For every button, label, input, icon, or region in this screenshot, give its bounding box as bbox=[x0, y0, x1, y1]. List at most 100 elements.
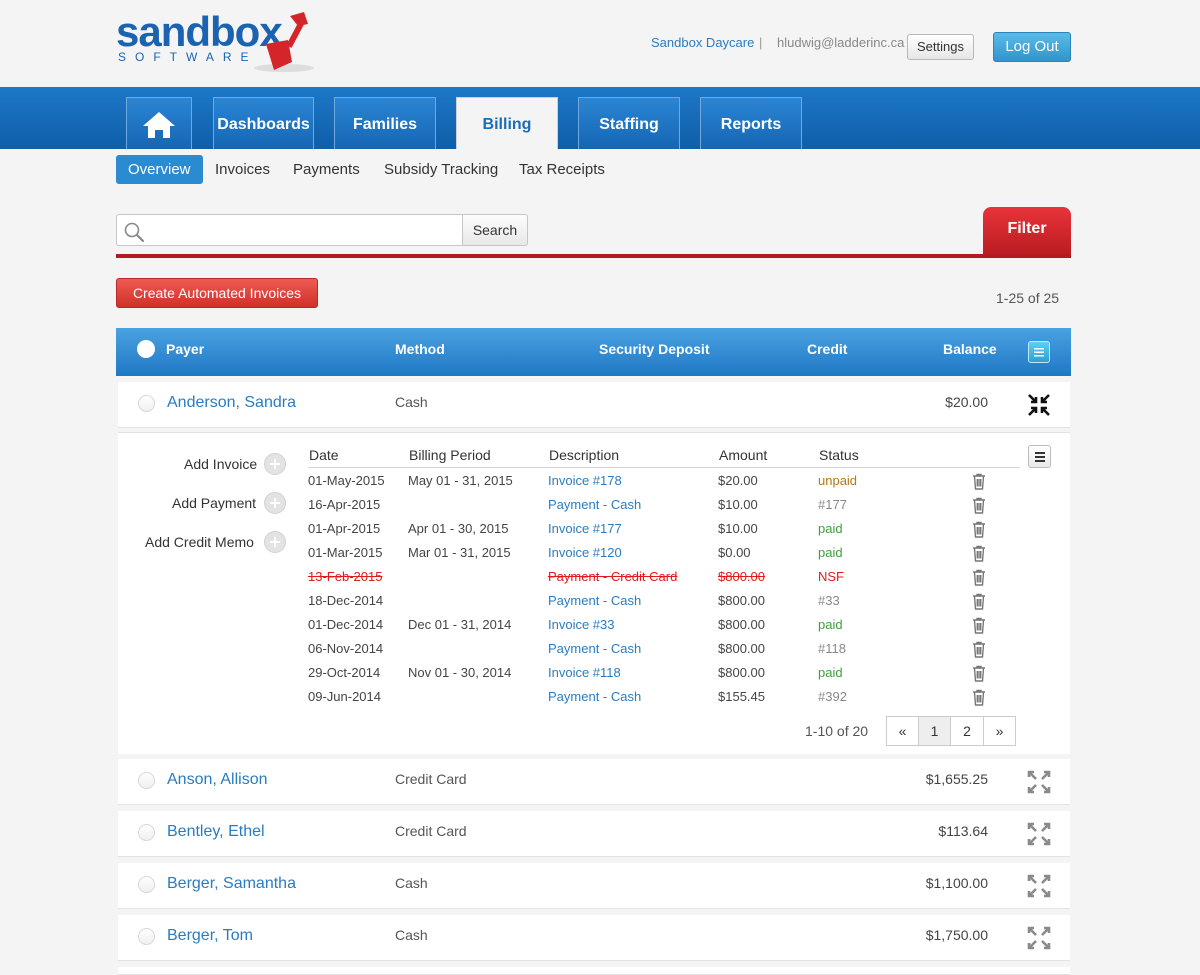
filter-divider bbox=[116, 254, 1071, 258]
subnav-payments[interactable]: Payments bbox=[293, 155, 360, 184]
entry-date: 01-May-2015 bbox=[308, 473, 385, 488]
subnav-tax-receipts[interactable]: Tax Receipts bbox=[519, 155, 605, 184]
main-nav: Dashboards Families Billing Staffing Rep… bbox=[0, 87, 1200, 149]
entry-billing-period: Dec 01 - 31, 2014 bbox=[408, 617, 512, 632]
row-select-radio[interactable] bbox=[138, 928, 155, 945]
entry-billing-period: Mar 01 - 31, 2015 bbox=[408, 545, 511, 560]
nav-tab-reports[interactable]: Reports bbox=[700, 97, 802, 149]
entry-amount: $800.00 bbox=[718, 641, 765, 656]
entry-description[interactable]: Payment - Cash bbox=[548, 497, 641, 512]
payer-method: Credit Card bbox=[395, 823, 467, 839]
entry-status: #177 bbox=[818, 497, 847, 512]
add-invoice-label[interactable]: Add Invoice bbox=[184, 456, 257, 472]
payer-link[interactable]: Bentley, Ethel bbox=[167, 823, 265, 841]
detail-column-billing-period: Billing Period bbox=[409, 447, 491, 463]
create-automated-invoices-button[interactable]: Create Automated Invoices bbox=[116, 278, 318, 308]
expand-icon[interactable] bbox=[1027, 926, 1051, 950]
table-row[interactable]: Berger, Tom Cash $1,750.00 bbox=[118, 915, 1070, 961]
subnav-invoices[interactable]: Invoices bbox=[215, 155, 270, 184]
add-invoice-icon[interactable] bbox=[264, 453, 286, 475]
nav-home[interactable] bbox=[126, 97, 192, 149]
column-security-deposit[interactable]: Security Deposit bbox=[599, 341, 709, 357]
entry-billing-period: May 01 - 31, 2015 bbox=[408, 473, 513, 488]
expand-icon[interactable] bbox=[1027, 874, 1051, 898]
entry-description[interactable]: Invoice #120 bbox=[548, 545, 622, 560]
add-credit-memo-icon[interactable] bbox=[264, 531, 286, 553]
pager-prev[interactable]: « bbox=[886, 716, 919, 746]
pager-page-1[interactable]: 1 bbox=[918, 716, 951, 746]
entry-description[interactable]: Payment - Cash bbox=[548, 593, 641, 608]
entry-description[interactable]: Invoice #118 bbox=[548, 665, 621, 680]
nav-tab-billing[interactable]: Billing bbox=[456, 97, 558, 149]
column-balance[interactable]: Balance bbox=[943, 341, 997, 357]
trash-icon[interactable] bbox=[970, 472, 988, 491]
trash-icon[interactable] bbox=[970, 520, 988, 539]
entry-description[interactable]: Payment - Credit Card bbox=[548, 569, 677, 584]
settings-button[interactable]: Settings bbox=[907, 34, 974, 60]
entry-description[interactable]: Invoice #178 bbox=[548, 473, 622, 488]
trash-icon[interactable] bbox=[970, 688, 988, 707]
trash-icon[interactable] bbox=[970, 592, 988, 611]
add-payment-label[interactable]: Add Payment bbox=[172, 495, 256, 511]
column-menu-button[interactable] bbox=[1028, 341, 1050, 363]
payer-method: Cash bbox=[395, 927, 428, 943]
trash-icon[interactable] bbox=[970, 640, 988, 659]
subnav-overview[interactable]: Overview bbox=[116, 155, 203, 184]
entry-description[interactable]: Payment - Cash bbox=[548, 641, 641, 656]
nav-tab-families[interactable]: Families bbox=[334, 97, 436, 149]
entry-description[interactable]: Invoice #177 bbox=[548, 521, 622, 536]
expand-icon[interactable] bbox=[1027, 770, 1051, 794]
entry-status: #392 bbox=[818, 689, 847, 704]
nav-tab-dashboards[interactable]: Dashboards bbox=[213, 97, 314, 149]
search-input[interactable] bbox=[116, 214, 463, 246]
row-select-radio[interactable] bbox=[138, 876, 155, 893]
detail-column-description: Description bbox=[549, 447, 620, 463]
add-payment-icon[interactable] bbox=[264, 492, 286, 514]
row-select-radio[interactable] bbox=[138, 824, 155, 841]
payer-link[interactable]: Anderson, Sandra bbox=[167, 394, 296, 412]
row-select-radio[interactable] bbox=[138, 395, 155, 412]
add-credit-memo-label[interactable]: Add Credit Memo bbox=[145, 534, 254, 550]
table-row[interactable]: Berger, Samantha Cash $1,100.00 bbox=[118, 863, 1070, 909]
payer-link[interactable]: Berger, Samantha bbox=[167, 875, 296, 893]
detail-menu-button[interactable] bbox=[1028, 445, 1051, 468]
filter-button[interactable]: Filter bbox=[983, 207, 1071, 255]
nav-tab-staffing[interactable]: Staffing bbox=[578, 97, 680, 149]
trash-icon[interactable] bbox=[970, 616, 988, 635]
sandbox-logo[interactable]: sandbox SOFTWARE bbox=[116, 8, 321, 74]
entry-status: #33 bbox=[818, 593, 840, 608]
column-method[interactable]: Method bbox=[395, 341, 445, 357]
collapse-icon[interactable] bbox=[1027, 393, 1051, 417]
trash-icon[interactable] bbox=[970, 496, 988, 515]
payer-balance: $113.64 bbox=[938, 823, 988, 839]
detail-header-rule bbox=[308, 467, 1020, 468]
payer-balance: $20.00 bbox=[945, 394, 988, 410]
select-all-radio[interactable] bbox=[137, 340, 155, 358]
payer-link[interactable]: Anson, Allison bbox=[167, 771, 268, 789]
table-row[interactable]: Bentley, Ethel Credit Card $113.64 bbox=[118, 811, 1070, 857]
entry-status: paid bbox=[818, 545, 843, 560]
search-button[interactable]: Search bbox=[462, 214, 528, 246]
trash-icon[interactable] bbox=[970, 664, 988, 683]
entry-description[interactable]: Payment - Cash bbox=[548, 689, 641, 704]
row-select-radio[interactable] bbox=[138, 772, 155, 789]
entry-date: 09-Jun-2014 bbox=[308, 689, 381, 704]
trash-icon[interactable] bbox=[970, 568, 988, 587]
table-row[interactable]: Anderson, Sandra Cash $20.00 bbox=[118, 382, 1070, 428]
expand-icon[interactable] bbox=[1027, 822, 1051, 846]
pager-page-2[interactable]: 2 bbox=[950, 716, 984, 746]
column-payer[interactable]: Payer bbox=[166, 341, 204, 357]
entry-amount: $0.00 bbox=[718, 545, 751, 560]
subnav-subsidy-tracking[interactable]: Subsidy Tracking bbox=[384, 155, 498, 184]
table-row[interactable]: Anson, Allison Credit Card $1,655.25 bbox=[118, 759, 1070, 805]
logout-button[interactable]: Log Out bbox=[993, 32, 1071, 62]
column-credit[interactable]: Credit bbox=[807, 341, 847, 357]
entry-description[interactable]: Invoice #33 bbox=[548, 617, 615, 632]
entry-billing-period: Apr 01 - 30, 2015 bbox=[408, 521, 509, 536]
results-count: 1-25 of 25 bbox=[996, 290, 1060, 306]
school-link[interactable]: Sandbox Daycare bbox=[651, 35, 754, 50]
trash-icon[interactable] bbox=[970, 544, 988, 563]
pager-next[interactable]: » bbox=[983, 716, 1016, 746]
payer-link[interactable]: Berger, Tom bbox=[167, 927, 253, 945]
search-icon bbox=[124, 222, 145, 243]
